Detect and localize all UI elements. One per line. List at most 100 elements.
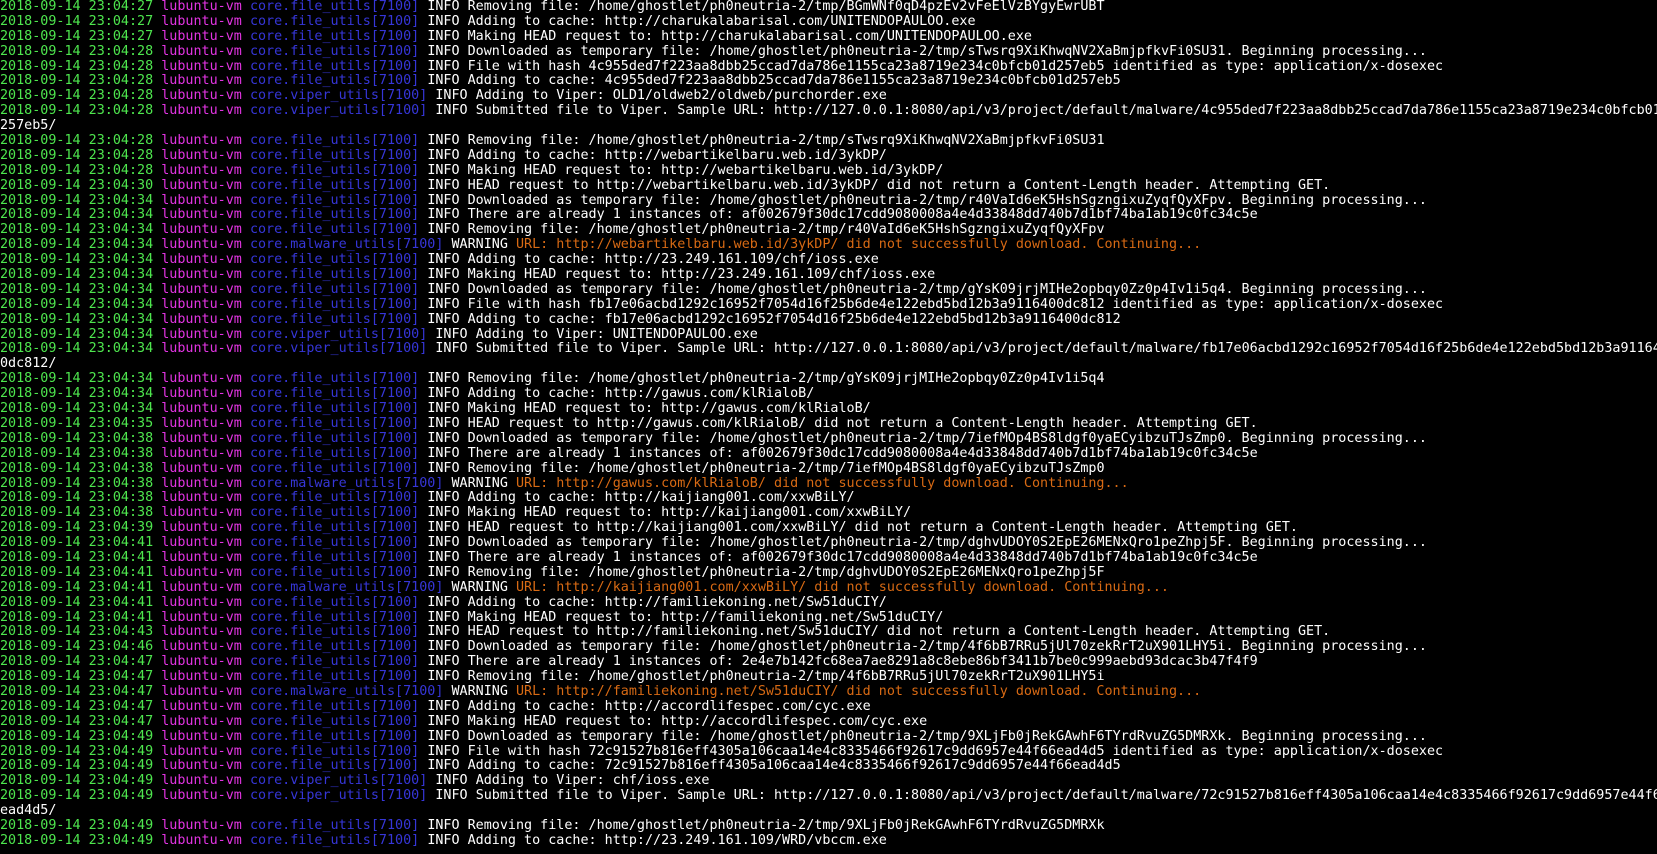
log-line: 2018-09-14 23:04:41 lubuntu-vm core.file… xyxy=(0,596,1657,611)
log-timestamp: 2018-09-14 23:04:39 xyxy=(0,521,154,536)
log-hostname: lubuntu-vm xyxy=(161,178,242,193)
log-hostname: lubuntu-vm xyxy=(161,491,242,506)
log-line: 2018-09-14 23:04:47 lubuntu-vm core.malw… xyxy=(0,685,1657,700)
log-module: core.file_utils[7100] xyxy=(249,833,420,848)
log-level: INFO xyxy=(435,342,468,357)
log-level: INFO xyxy=(427,282,460,297)
log-timestamp: 2018-09-14 23:04:34 xyxy=(0,193,154,208)
log-message: Making HEAD request to: http://kaijiang0… xyxy=(467,506,912,521)
log-hostname: lubuntu-vm xyxy=(161,565,242,580)
log-line: 2018-09-14 23:04:38 lubuntu-vm core.file… xyxy=(0,491,1657,506)
log-module: core.file_utils[7100] xyxy=(249,744,420,759)
log-level: INFO xyxy=(427,431,460,446)
log-timestamp: 2018-09-14 23:04:49 xyxy=(0,744,154,759)
log-message: HEAD request to http://familiekoning.net… xyxy=(467,625,1331,640)
terminal-output[interactable]: 2018-09-14 23:04:27 lubuntu-vm core.file… xyxy=(0,0,1657,854)
log-message: Downloaded as temporary file: /home/ghos… xyxy=(467,536,1427,551)
log-message: Adding to cache: 4c955ded7f223aa8dbb25cc… xyxy=(467,74,1121,89)
log-level: INFO xyxy=(427,550,460,565)
log-message: There are already 1 instances of: af0026… xyxy=(467,208,1258,223)
log-timestamp: 2018-09-14 23:04:41 xyxy=(0,536,154,551)
log-line: 2018-09-14 23:04:47 lubuntu-vm core.file… xyxy=(0,670,1657,685)
log-timestamp: 2018-09-14 23:04:34 xyxy=(0,268,154,283)
log-hostname: lubuntu-vm xyxy=(161,536,242,551)
log-line: 2018-09-14 23:04:28 lubuntu-vm core.file… xyxy=(0,164,1657,179)
log-hostname: lubuntu-vm xyxy=(161,431,242,446)
log-hostname: lubuntu-vm xyxy=(161,714,242,729)
log-module: core.file_utils[7100] xyxy=(249,506,420,521)
log-message: Downloaded as temporary file: /home/ghos… xyxy=(467,193,1427,208)
log-level: INFO xyxy=(427,312,460,327)
log-module: core.viper_utils[7100] xyxy=(249,342,428,357)
log-module: core.file_utils[7100] xyxy=(249,74,420,89)
log-line: 2018-09-14 23:04:27 lubuntu-vm core.file… xyxy=(0,15,1657,30)
log-hostname: lubuntu-vm xyxy=(161,163,242,178)
log-level: INFO xyxy=(435,774,468,789)
log-message: URL: http://kaijiang001.com/xxwBiLY/ did… xyxy=(515,580,1169,595)
log-module: core.file_utils[7100] xyxy=(249,44,420,59)
log-message: URL: http://webartikelbaru.web.id/3ykDP/… xyxy=(515,238,1202,253)
log-timestamp: 2018-09-14 23:04:34 xyxy=(0,327,154,342)
log-module: core.viper_utils[7100] xyxy=(249,774,428,789)
log-hostname: lubuntu-vm xyxy=(161,446,242,461)
log-module: core.file_utils[7100] xyxy=(249,282,420,297)
log-module: core.file_utils[7100] xyxy=(249,640,420,655)
log-level: INFO xyxy=(427,655,460,670)
log-line-continuation: 0dc812/ xyxy=(0,357,1657,372)
log-message: There are already 1 instances of: af0026… xyxy=(467,550,1258,565)
log-message: Adding to cache: http://webartikelbaru.w… xyxy=(467,148,887,163)
log-hostname: lubuntu-vm xyxy=(161,640,242,655)
log-line: 2018-09-14 23:04:41 lubuntu-vm core.file… xyxy=(0,611,1657,626)
log-message: Removing file: /home/ghostlet/ph0neutria… xyxy=(467,134,1105,149)
log-timestamp: 2018-09-14 23:04:34 xyxy=(0,387,154,402)
log-module: core.file_utils[7100] xyxy=(249,223,420,238)
log-timestamp: 2018-09-14 23:04:38 xyxy=(0,461,154,476)
log-timestamp: 2018-09-14 23:04:28 xyxy=(0,163,154,178)
log-module: core.file_utils[7100] xyxy=(249,818,420,833)
log-hostname: lubuntu-vm xyxy=(161,0,242,14)
log-level: INFO xyxy=(427,134,460,149)
log-hostname: lubuntu-vm xyxy=(161,268,242,283)
log-message: Adding to cache: http://23.249.161.109/c… xyxy=(467,253,879,268)
log-hostname: lubuntu-vm xyxy=(161,148,242,163)
log-timestamp: 2018-09-14 23:04:28 xyxy=(0,134,154,149)
log-module: core.file_utils[7100] xyxy=(249,714,420,729)
log-module: core.file_utils[7100] xyxy=(249,134,420,149)
log-timestamp: 2018-09-14 23:04:34 xyxy=(0,297,154,312)
log-message: Removing file: /home/ghostlet/ph0neutria… xyxy=(467,461,1105,476)
log-continuation-text: 257eb5/ xyxy=(0,119,57,134)
log-level: INFO xyxy=(427,595,460,610)
log-line: 2018-09-14 23:04:34 lubuntu-vm core.file… xyxy=(0,298,1657,313)
log-timestamp: 2018-09-14 23:04:49 xyxy=(0,759,154,774)
log-hostname: lubuntu-vm xyxy=(161,387,242,402)
log-level: INFO xyxy=(427,461,460,476)
log-module: core.file_utils[7100] xyxy=(249,536,420,551)
log-hostname: lubuntu-vm xyxy=(161,416,242,431)
log-module: core.file_utils[7100] xyxy=(249,59,420,74)
log-level: INFO xyxy=(427,833,460,848)
log-timestamp: 2018-09-14 23:04:41 xyxy=(0,550,154,565)
log-message: Making HEAD request to: http://accordlif… xyxy=(467,714,928,729)
log-timestamp: 2018-09-14 23:04:38 xyxy=(0,446,154,461)
log-level: WARNING xyxy=(451,580,508,595)
log-timestamp: 2018-09-14 23:04:34 xyxy=(0,238,154,253)
log-timestamp: 2018-09-14 23:04:28 xyxy=(0,44,154,59)
log-continuation-text: 0dc812/ xyxy=(0,357,57,372)
log-hostname: lubuntu-vm xyxy=(161,625,242,640)
log-line-continuation: ead4d5/ xyxy=(0,804,1657,819)
log-timestamp: 2018-09-14 23:04:27 xyxy=(0,29,154,44)
log-message: Adding to cache: http://charukalabarisal… xyxy=(467,14,976,29)
log-level: INFO xyxy=(427,14,460,29)
log-module: core.file_utils[7100] xyxy=(249,699,420,714)
log-message: Making HEAD request to: http://23.249.16… xyxy=(467,268,936,283)
log-line: 2018-09-14 23:04:34 lubuntu-vm core.file… xyxy=(0,387,1657,402)
log-timestamp: 2018-09-14 23:04:49 xyxy=(0,774,154,789)
log-timestamp: 2018-09-14 23:04:41 xyxy=(0,565,154,580)
log-hostname: lubuntu-vm xyxy=(161,744,242,759)
log-timestamp: 2018-09-14 23:04:35 xyxy=(0,416,154,431)
log-line: 2018-09-14 23:04:41 lubuntu-vm core.malw… xyxy=(0,581,1657,596)
log-level: INFO xyxy=(427,818,460,833)
log-level: INFO xyxy=(427,74,460,89)
log-module: core.file_utils[7100] xyxy=(249,297,420,312)
log-message: Downloaded as temporary file: /home/ghos… xyxy=(467,640,1427,655)
